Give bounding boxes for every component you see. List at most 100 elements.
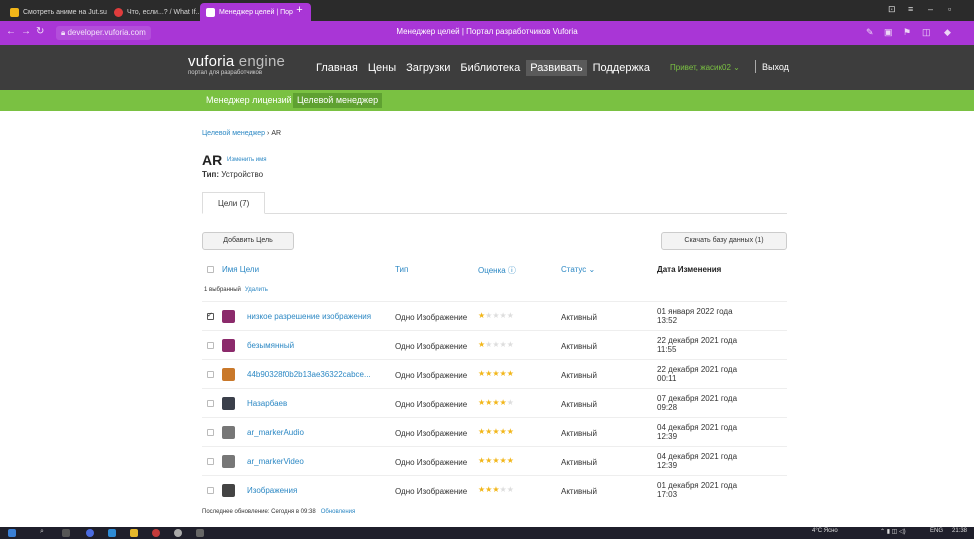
sidebar-icon[interactable]: ◫ bbox=[922, 27, 931, 38]
nav-home[interactable]: Главная bbox=[312, 60, 362, 76]
address-bar-row: ← → ↻ 🔒︎ developer.vuforia.com Менеджер … bbox=[0, 21, 974, 45]
subnav-license-manager[interactable]: Менеджер лицензий bbox=[202, 93, 296, 108]
target-type: Одно Изображение bbox=[395, 313, 468, 322]
browser-taskbar-icon[interactable] bbox=[86, 529, 94, 537]
nav-support[interactable]: Поддержка bbox=[589, 60, 654, 76]
logout-link[interactable]: Выход bbox=[762, 62, 789, 72]
table-row[interactable]: 44b90328f0b2b13ae36322cabce... Одно Изобр… bbox=[202, 359, 787, 388]
browser-tab-jutsu[interactable]: Смотреть аниме на Jut.su bbox=[4, 3, 113, 21]
profile-icon[interactable]: ◆ bbox=[944, 27, 951, 38]
clock-time[interactable]: 21:38 bbox=[952, 528, 967, 534]
target-name-link[interactable]: Назарбаев bbox=[247, 399, 287, 408]
row-checkbox[interactable] bbox=[207, 429, 214, 436]
site-header: vuforia engine портал для разработчиков … bbox=[0, 45, 974, 90]
star-empty-icon: ★ bbox=[506, 340, 514, 349]
breadcrumb-current: AR bbox=[271, 130, 282, 137]
weather-text[interactable]: 4°C Ясно bbox=[812, 528, 838, 534]
updates-link[interactable]: Обновления bbox=[321, 509, 356, 515]
page-title: AR bbox=[202, 152, 223, 168]
star-filled-icon: ★ bbox=[499, 456, 507, 465]
select-all-checkbox[interactable] bbox=[207, 266, 214, 273]
type-label: Тип: bbox=[202, 170, 219, 179]
column-status-header[interactable]: Статус ⌄ bbox=[561, 265, 595, 274]
row-checkbox[interactable] bbox=[207, 487, 214, 494]
tab-targets[interactable]: Цели (7) bbox=[202, 192, 266, 214]
extension-icon[interactable]: ✎ bbox=[866, 27, 874, 38]
jutsu-favicon-icon bbox=[10, 7, 19, 17]
target-type: Одно Изображение bbox=[395, 458, 468, 467]
star-filled-icon: ★ bbox=[506, 456, 514, 465]
language-indicator[interactable]: ENG bbox=[930, 528, 943, 534]
row-checkbox[interactable] bbox=[207, 400, 214, 407]
target-name-link[interactable]: Изображения bbox=[247, 486, 297, 495]
tray-icons[interactable]: ⌃ ▮ ◫ ◁) bbox=[880, 528, 906, 535]
bookmark-icon[interactable]: ⚑ bbox=[903, 27, 911, 38]
target-modified-date: 07 декабря 2021 года 09:28 bbox=[657, 394, 738, 412]
windows-start-icon[interactable] bbox=[8, 529, 16, 537]
minimize-icon[interactable]: – bbox=[928, 4, 933, 14]
rating-stars: ★★★★★ bbox=[478, 311, 514, 320]
snapshot-icon[interactable]: ⊡ bbox=[888, 4, 896, 15]
star-empty-icon: ★ bbox=[492, 311, 500, 320]
breadcrumb-target-manager-link[interactable]: Целевой менеджер bbox=[202, 130, 265, 137]
subnav-target-manager[interactable]: Целевой менеджер bbox=[293, 93, 383, 108]
table-row[interactable]: ar_markerVideo Одно Изображение ★★★★★ Актив… bbox=[202, 446, 787, 475]
steam-icon[interactable] bbox=[174, 529, 182, 537]
download-database-button[interactable]: Скачать базу данных (1) bbox=[661, 232, 787, 250]
delete-link[interactable]: Удалить bbox=[245, 287, 268, 293]
new-tab-button[interactable]: + bbox=[293, 4, 306, 17]
rating-stars: ★★★★★ bbox=[478, 427, 514, 436]
store-icon[interactable] bbox=[108, 529, 116, 537]
row-checkbox[interactable] bbox=[207, 458, 214, 465]
target-status: Активный bbox=[561, 487, 597, 496]
star-empty-icon: ★ bbox=[506, 485, 514, 494]
search-icon[interactable]: ⌕ bbox=[40, 528, 48, 536]
folder-icon[interactable] bbox=[130, 529, 138, 537]
table-row[interactable]: ar_markerAudio Одно Изображение ★★★★★ Актив… bbox=[202, 417, 787, 446]
star-filled-icon: ★ bbox=[499, 398, 507, 407]
browser-tab-whatif[interactable]: Что, если...? / What If...? bbox=[108, 3, 211, 21]
nav-downloads[interactable]: Загрузки bbox=[402, 60, 454, 76]
wallet-icon[interactable]: ▣ bbox=[884, 27, 893, 38]
star-filled-icon: ★ bbox=[492, 456, 500, 465]
target-name-link[interactable]: 44b90328f0b2b13ae36322cabce... bbox=[247, 370, 371, 379]
row-checkbox[interactable] bbox=[207, 371, 214, 378]
target-name-link[interactable]: ar_markerAudio bbox=[247, 428, 304, 437]
vuforia-logo[interactable]: vuforia engine портал для разработчиков bbox=[188, 54, 285, 76]
column-name-header[interactable]: Имя Цели bbox=[222, 265, 259, 274]
row-checkbox[interactable] bbox=[207, 342, 214, 349]
nav-develop[interactable]: Развивать bbox=[526, 60, 587, 76]
column-type-header[interactable]: Тип bbox=[395, 265, 408, 274]
rating-stars: ★★★★★ bbox=[478, 369, 514, 378]
menu-icon[interactable]: ≡ bbox=[908, 4, 913, 14]
nav-pricing[interactable]: Цены bbox=[364, 60, 400, 76]
app-icon[interactable] bbox=[196, 529, 204, 537]
rename-link[interactable]: Изменить имя bbox=[227, 157, 266, 163]
target-status: Активный bbox=[561, 313, 597, 322]
vuforia-favicon-icon bbox=[206, 7, 215, 17]
column-rating-header[interactable]: Оценка ⓘ bbox=[478, 265, 516, 276]
task-view-icon[interactable] bbox=[62, 529, 70, 537]
opera-icon[interactable] bbox=[152, 529, 160, 537]
target-thumbnail-icon bbox=[222, 484, 235, 497]
target-thumbnail-icon bbox=[222, 397, 235, 410]
user-greeting-menu[interactable]: Привет, жасик02 ⌄ bbox=[670, 63, 740, 72]
add-target-button[interactable]: Добавить Цель bbox=[202, 232, 294, 250]
table-row[interactable]: безымянный Одно Изображение ★★★★★ Активный 2… bbox=[202, 330, 787, 359]
target-status: Активный bbox=[561, 371, 597, 380]
target-type: Одно Изображение bbox=[395, 342, 468, 351]
logo-main-text: vuforia bbox=[188, 53, 235, 70]
star-filled-icon: ★ bbox=[506, 427, 514, 436]
target-thumbnail-icon bbox=[222, 368, 235, 381]
nav-library[interactable]: Библиотека bbox=[456, 60, 524, 76]
table-row[interactable]: низкое разрешение изображения Одно Изобра… bbox=[202, 301, 787, 330]
maximize-icon[interactable]: ▫ bbox=[948, 4, 951, 14]
target-name-link[interactable]: ar_markerVideo bbox=[247, 457, 304, 466]
target-name-link[interactable]: низкое разрешение изображения bbox=[247, 312, 371, 321]
target-name-link[interactable]: безымянный bbox=[247, 341, 294, 350]
table-row[interactable]: Назарбаев Одно Изображение ★★★★★ Активный 07… bbox=[202, 388, 787, 417]
row-checkbox[interactable] bbox=[207, 311, 214, 320]
target-modified-date: 01 января 2022 года 13:52 bbox=[657, 307, 733, 325]
star-empty-icon: ★ bbox=[492, 340, 500, 349]
table-row[interactable]: Изображения Одно Изображение ★★★★★ Активный… bbox=[202, 475, 787, 504]
